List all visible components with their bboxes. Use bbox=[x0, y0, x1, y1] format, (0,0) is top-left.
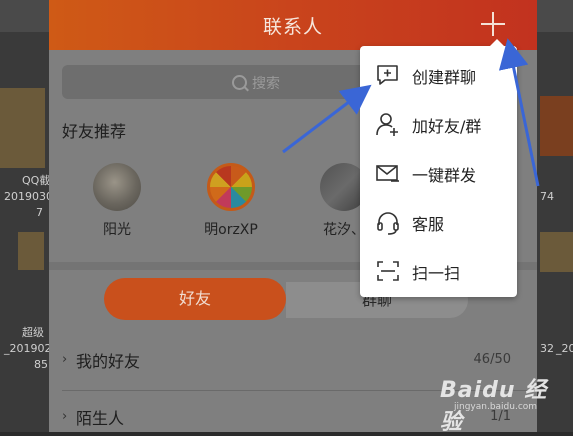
watermark-url: jingyan.baidu.com bbox=[454, 402, 538, 412]
arrow-to-plus-button bbox=[498, 38, 540, 187]
arrow-to-create-group bbox=[282, 84, 372, 154]
baidu-watermark: Baidu 经验 jingyan.baidu.com bbox=[440, 372, 568, 435]
annotation-arrows bbox=[282, 38, 540, 187]
